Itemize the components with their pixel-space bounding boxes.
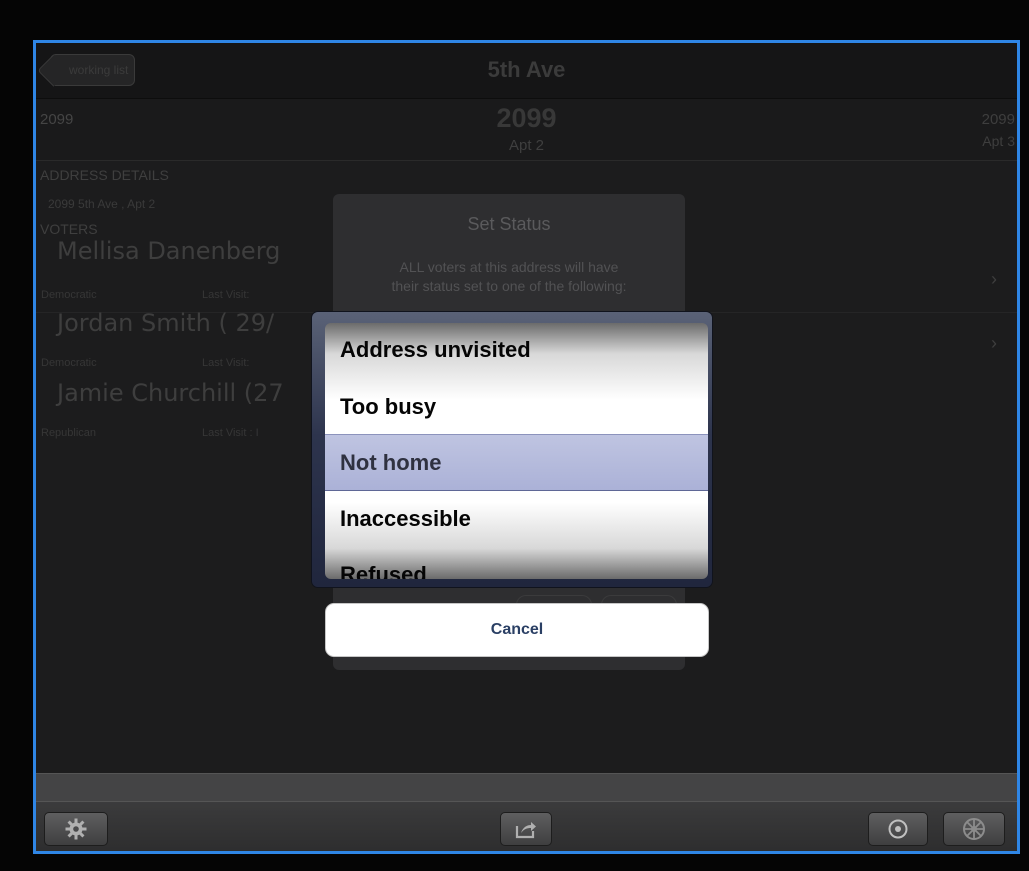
voter-last-visit: Last Visit : I [202,427,259,439]
picker-wheel[interactable]: Address unvisited Too busy Not home Inac… [325,323,708,579]
voter-last-visit: Last Visit: [202,289,250,301]
voter-party: Republican [41,427,97,439]
wheel-icon [963,818,985,840]
picker-option[interactable]: Refused [325,547,708,579]
cancel-button[interactable]: Cancel [325,603,709,657]
voters-header: VOTERS [40,221,98,237]
chevron-right-icon: › [991,269,997,289]
toolbar-spacer [36,773,1017,801]
current-address-number: 2099 [496,103,557,133]
settings-button[interactable] [44,812,108,846]
picker-option[interactable]: Too busy [325,379,708,435]
voter-party: Democratic [41,289,97,301]
voter-name: Mellisa Danenberg [57,237,281,265]
alert-title: Set Status [467,214,551,234]
voter-name: Jordan Smith ( 29/ [57,309,275,337]
address-details-header: ADDRESS DETAILS [40,167,169,183]
share-button[interactable] [500,812,552,846]
address-line: 2099 5th Ave , Apt 2 [48,197,156,211]
voter-party: Democratic [41,357,97,369]
alert-message: ALL voters at this address will have the… [341,258,677,296]
picker-option[interactable]: Address unvisited [325,323,708,378]
nav-title: 5th Ave [487,57,566,82]
bottom-toolbar [36,801,1017,851]
picker-option-selected[interactable]: Not home [325,435,708,491]
navigation-bar: working list 5th Ave [36,43,1017,99]
target-icon [888,819,908,839]
locate-button[interactable] [868,812,928,846]
alert-message-line: their status set to one of the following… [391,278,627,294]
voter-name: Jamie Churchill (27 [57,379,284,407]
next-address-apt[interactable]: Apt 3 [982,133,1015,149]
chevron-right-icon: › [991,333,997,353]
gear-icon [65,818,87,840]
status-picker: Address unvisited Too busy Not home Inac… [312,312,712,587]
app-window: working list 5th Ave 2099 2099 Apt 2 209… [33,40,1020,854]
current-address-apt: Apt 2 [508,137,545,154]
next-address-number[interactable]: 2099 [982,111,1015,128]
picker-option[interactable]: Inaccessible [325,491,708,547]
wheel-button[interactable] [943,812,1005,846]
voter-last-visit: Last Visit: [202,357,250,369]
share-icon [515,822,536,839]
address-strip: 2099 2099 Apt 2 2099 Apt 3 [36,99,1017,161]
alert-message-line: ALL voters at this address will have [399,259,619,275]
